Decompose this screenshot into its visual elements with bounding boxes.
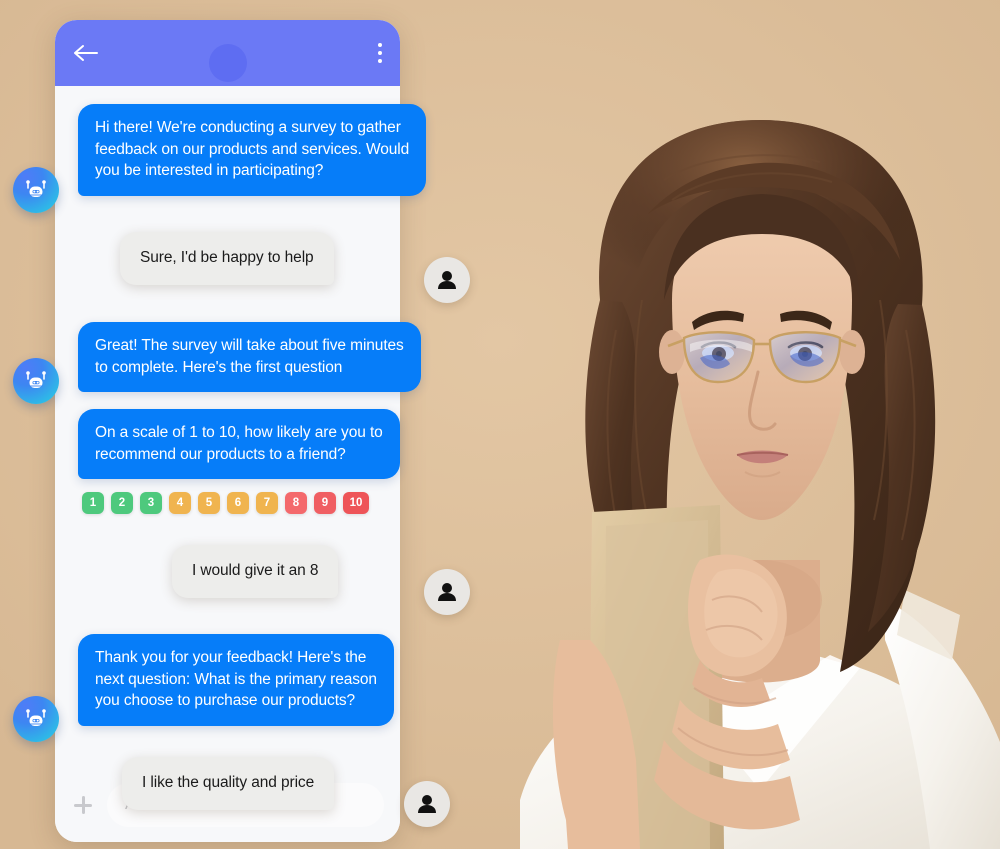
chat-bubble-bot: Great! The survey will take about five m… bbox=[78, 322, 421, 392]
scene: Aa Hi there! We're conducting a survey t… bbox=[0, 0, 1000, 849]
message-row: Hi there! We're conducting a survey to g… bbox=[78, 104, 427, 196]
rating-option-7[interactable]: 7 bbox=[256, 492, 278, 514]
message-row: Sure, I'd be happy to help bbox=[120, 232, 334, 285]
user-avatar bbox=[424, 569, 470, 615]
chat-bubble-user: I would give it an 8 bbox=[172, 545, 339, 598]
message-row: On a scale of 1 to 10, how likely are yo… bbox=[78, 409, 400, 479]
rating-option-8[interactable]: 8 bbox=[285, 492, 307, 514]
rating-option-5[interactable]: 5 bbox=[198, 492, 220, 514]
arrow-left-icon[interactable] bbox=[73, 43, 99, 63]
contact-avatar-placeholder[interactable] bbox=[208, 44, 247, 82]
overflow-menu-icon[interactable] bbox=[378, 43, 382, 63]
user-avatar bbox=[404, 781, 450, 827]
message-row: Great! The survey will take about five m… bbox=[78, 322, 421, 392]
rating-option-1[interactable]: 1 bbox=[82, 492, 104, 514]
rating-option-9[interactable]: 9 bbox=[314, 492, 336, 514]
person-icon bbox=[438, 583, 456, 601]
bot-avatar bbox=[13, 358, 59, 404]
chat-bubble-bot: Hi there! We're conducting a survey to g… bbox=[78, 104, 427, 196]
rating-option-10[interactable]: 10 bbox=[343, 492, 369, 514]
chat-bubble-bot: Thank you for your feedback! Here's the … bbox=[78, 634, 394, 726]
chat-header bbox=[55, 20, 400, 86]
message-row: Thank you for your feedback! Here's the … bbox=[78, 634, 394, 726]
chat-bubble-user: Sure, I'd be happy to help bbox=[120, 232, 334, 285]
user-avatar bbox=[424, 257, 470, 303]
robot-icon bbox=[26, 709, 46, 726]
message-row: I like the quality and price bbox=[122, 757, 335, 810]
chat-bubble-bot: On a scale of 1 to 10, how likely are yo… bbox=[78, 409, 400, 479]
bot-avatar bbox=[13, 696, 59, 742]
chat-bubble-user: I like the quality and price bbox=[122, 757, 335, 810]
rating-option-2[interactable]: 2 bbox=[111, 492, 133, 514]
person-icon bbox=[418, 795, 436, 813]
rating-option-6[interactable]: 6 bbox=[227, 492, 249, 514]
robot-icon bbox=[26, 371, 46, 388]
message-row: I would give it an 8 bbox=[172, 545, 339, 598]
nps-rating-scale[interactable]: 1 2 3 4 5 6 7 8 9 10 bbox=[82, 492, 369, 514]
robot-icon bbox=[26, 180, 46, 197]
rating-option-3[interactable]: 3 bbox=[140, 492, 162, 514]
bot-avatar bbox=[13, 167, 59, 213]
person-icon bbox=[438, 271, 456, 289]
plus-icon[interactable] bbox=[73, 795, 93, 815]
rating-option-4[interactable]: 4 bbox=[169, 492, 191, 514]
